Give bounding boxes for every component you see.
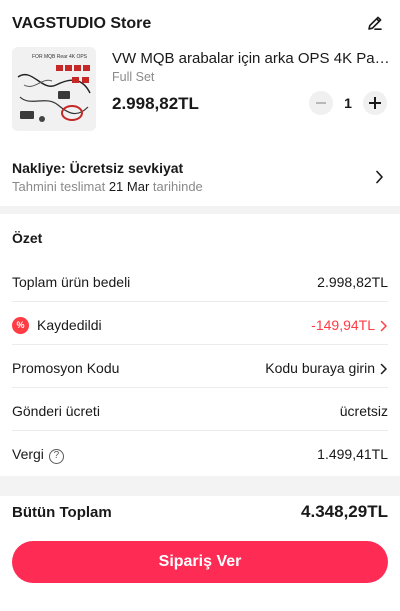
place-order-button[interactable]: Sipariş Ver (12, 541, 388, 583)
saved-value: -149,94TL (311, 317, 375, 333)
product-image[interactable]: FOR MQB Rear 4K OPS (12, 47, 96, 131)
quantity-increase-button[interactable] (363, 91, 387, 115)
shipping-fee-label: Gönderi ücreti (12, 403, 100, 419)
discount-badge-icon: % (12, 317, 29, 334)
chevron-right-icon (380, 320, 387, 332)
pencil-icon[interactable] (366, 14, 384, 32)
section-divider (0, 476, 400, 496)
product-title[interactable]: VW MQB arabalar için arka OPS 4K Park Se… (112, 50, 392, 67)
summary-title: Özet (12, 230, 43, 246)
summary-row-shipping-fee: Gönderi ücreti ücretsiz (12, 388, 388, 431)
grand-total-row: Bütün Toplam 4.348,29TL (0, 496, 400, 526)
store-name[interactable]: VAGSTUDIO Store (12, 15, 151, 33)
delivery-date: 21 Mar (108, 179, 150, 194)
saved-label: Kaydedildi (37, 317, 102, 333)
subtotal-value: 2.998,82TL (317, 274, 388, 290)
help-icon[interactable]: ? (48, 449, 64, 464)
delivery-prefix: Tahmini teslimat (12, 179, 106, 194)
product-price: 2.998,82TL (112, 94, 199, 113)
summary-row-tax: Vergi? 1.499,41TL (12, 431, 388, 474)
product-variant[interactable]: Full Set (112, 70, 154, 84)
delivery-suffix: tarihinde (152, 179, 203, 194)
section-divider (0, 206, 400, 214)
shipping-row[interactable]: Nakliye: Ücretsiz sevkiyat Tahmini tesli… (0, 146, 400, 206)
quantity-decrease-button[interactable] (309, 91, 333, 115)
product-image-caption: FOR MQB Rear 4K OPS (32, 54, 88, 60)
summary-row-subtotal: Toplam ürün bedeli 2.998,82TL (12, 259, 388, 302)
subtotal-label: Toplam ürün bedeli (12, 274, 131, 290)
shipping-fee-value: ücretsiz (339, 403, 388, 419)
chevron-right-icon (380, 363, 387, 375)
summary-row-promo[interactable]: Promosyon Kodu Kodu buraya girin (12, 345, 388, 388)
chevron-right-icon (376, 170, 383, 184)
grand-total-label: Bütün Toplam (12, 504, 112, 521)
quantity-value: 1 (344, 95, 352, 111)
promo-label: Promosyon Kodu (12, 360, 120, 376)
tax-label: Vergi (12, 446, 44, 462)
shipping-title: Nakliye: Ücretsiz sevkiyat (12, 160, 184, 176)
store-header: VAGSTUDIO Store (0, 0, 400, 44)
delivery-estimate: Tahmini teslimat 21 Mar tarihinde (12, 179, 203, 194)
summary-row-saved[interactable]: % Kaydedildi -149,94TL (12, 302, 388, 345)
grand-total-value: 4.348,29TL (301, 502, 388, 521)
tax-label-wrap: Vergi? (12, 446, 64, 464)
promo-code-entry[interactable]: Kodu buraya girin (265, 360, 375, 376)
cart-product: FOR MQB Rear 4K OPS VW MQB arabalar için… (0, 44, 400, 136)
tax-value: 1.499,41TL (317, 446, 388, 462)
product-kit-illustration: FOR MQB Rear 4K OPS (12, 47, 96, 131)
